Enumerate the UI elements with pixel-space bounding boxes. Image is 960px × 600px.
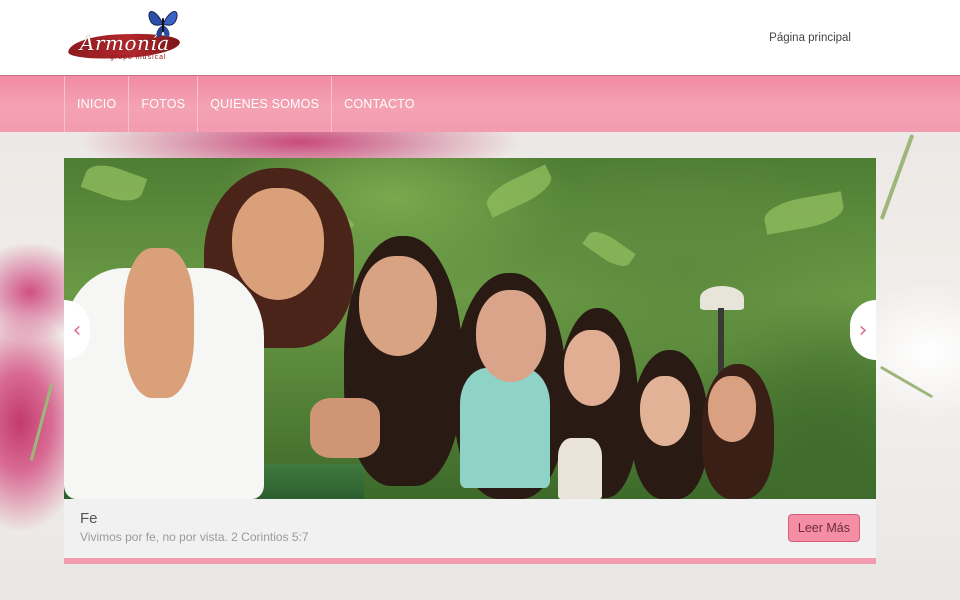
slide-photo — [64, 158, 876, 499]
person-face — [359, 256, 437, 356]
flower-stem — [29, 382, 54, 462]
nav-item-inicio[interactable]: INICIO — [64, 76, 128, 132]
person-arm — [124, 248, 194, 398]
caption-text: Vivimos por fe, no por vista. 2 Corintio… — [80, 530, 309, 544]
read-more-button[interactable]: Leer Más — [787, 514, 860, 542]
caption-title: Fe — [80, 510, 98, 527]
nav-item-fotos[interactable]: FOTOS — [128, 76, 197, 132]
logo-subtext: grupo musical — [110, 54, 167, 61]
foliage — [582, 225, 636, 273]
nav-menu: INICIO FOTOS QUIENES SOMOS CONTACTO — [64, 76, 427, 132]
garden-lamp — [700, 286, 744, 310]
site-header: Armonía grupo musical Página principal — [0, 0, 960, 75]
slide-caption: Fe Vivimos por fe, no por vista. 2 Corin… — [64, 499, 876, 558]
person-face — [476, 290, 546, 382]
slider-bottom-bar — [64, 558, 876, 564]
person-face — [232, 188, 324, 300]
chevron-left-icon: ‹ — [72, 317, 82, 343]
image-slider: ‹ › Fe Vivimos por fe, no por vista. 2 C… — [64, 158, 876, 564]
foliage — [80, 158, 148, 208]
nav-item-quienes-somos[interactable]: QUIENES SOMOS — [197, 76, 331, 132]
foliage — [762, 191, 846, 235]
flower-stem — [879, 365, 934, 399]
home-link[interactable]: Página principal — [769, 32, 851, 44]
butterfly-icon — [148, 11, 178, 38]
person-face — [564, 330, 620, 406]
person-face — [640, 376, 690, 446]
person-face — [708, 376, 756, 442]
site-logo[interactable]: Armonía grupo musical — [66, 4, 186, 64]
person-shirt — [558, 438, 602, 499]
nav-item-contacto[interactable]: CONTACTO — [331, 76, 427, 132]
flower-stem — [879, 134, 915, 220]
person-shirt — [460, 368, 550, 488]
chevron-right-icon: › — [858, 317, 868, 343]
main-nav: INICIO FOTOS QUIENES SOMOS CONTACTO — [0, 75, 960, 132]
foliage — [481, 164, 557, 218]
person-hands — [310, 398, 380, 458]
